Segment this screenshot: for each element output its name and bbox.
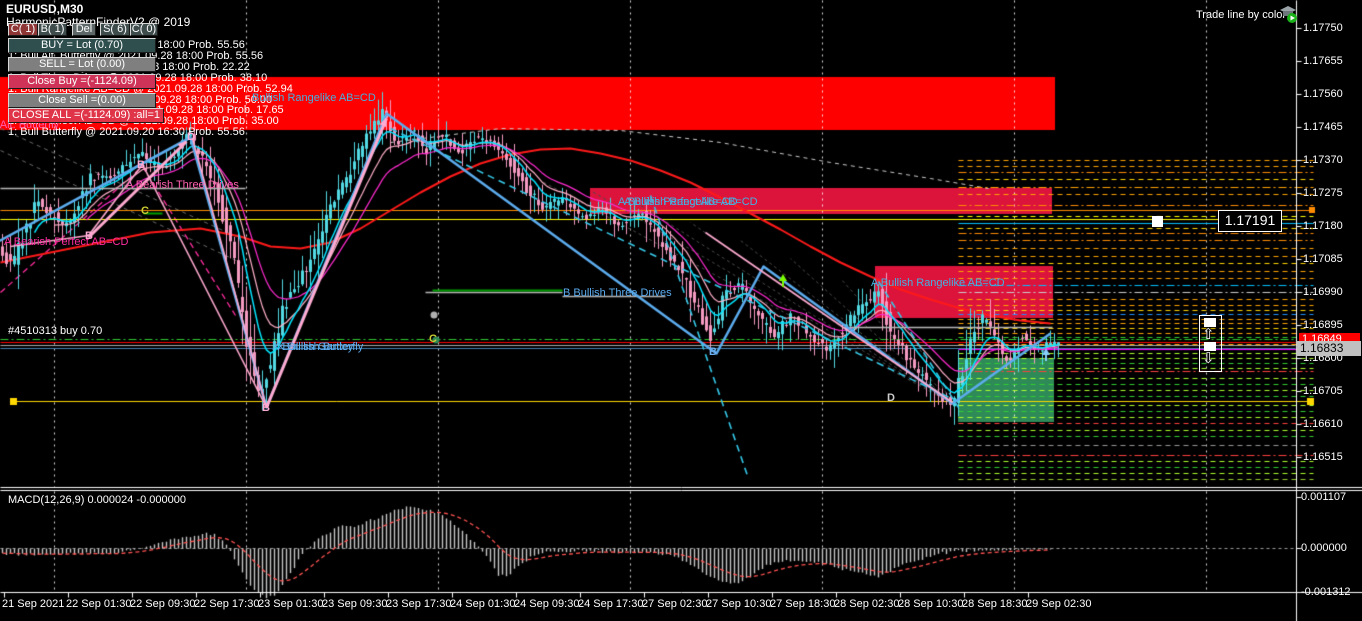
price-axis-tick: 1.17370 — [1303, 154, 1343, 166]
price-axis-tick: 1.16515 — [1303, 451, 1343, 463]
toolbar-button[interactable]: Del — [72, 23, 96, 36]
time-axis-label: 27 Sep 10:30 — [706, 598, 772, 610]
toolbar-button[interactable]: B( 1) — [38, 23, 67, 36]
time-axis-label: 22 Sep 09:30 — [130, 598, 196, 610]
price-axis-tick: 1.17180 — [1303, 220, 1343, 232]
pattern-label: B Bullish Three Drives — [563, 287, 672, 299]
trendline-anchor-square[interactable] — [1152, 216, 1163, 227]
price-axis-tick: 1.17465 — [1303, 121, 1343, 133]
price-axis-tick: 1.16610 — [1303, 418, 1343, 430]
time-axis-label: 21 Sep 2021 — [2, 598, 65, 610]
trade-line-hint: Trade line by color — [1196, 9, 1287, 21]
time-axis-label: 22 Sep 17:30 — [194, 598, 260, 610]
swing-point-letter: D — [187, 131, 195, 143]
price-axis-tick: 1.17085 — [1303, 253, 1343, 265]
price-axis-tick: 1.17560 — [1303, 88, 1343, 100]
pattern-label: Bullish Rangelike AB=CD — [252, 92, 376, 104]
arrow-down-icon: ⇩ — [1202, 350, 1215, 367]
macd-axis-tick: 0.000000 — [1301, 542, 1347, 554]
price-axis-tick: 1.17750 — [1303, 22, 1343, 34]
time-axis-label: 23 Sep 09:30 — [322, 598, 388, 610]
open-position-label: #4510313 buy 0.70 — [8, 325, 103, 337]
swing-point-letter: B — [85, 230, 93, 242]
trade-panel-button[interactable]: SELL = Lot (0.00) — [8, 57, 156, 72]
pattern-label: A Bearish Perfect AB=CD — [4, 236, 129, 248]
toolbar-button[interactable]: C( 0) — [130, 23, 158, 36]
price-axis-tick: 1.17655 — [1303, 55, 1343, 67]
time-axis-label: 23 Sep 01:30 — [258, 598, 324, 610]
time-axis-label: 24 Sep 09:30 — [514, 598, 580, 610]
pattern-label: A Bullish Rangelike AB=CD — [871, 277, 1005, 289]
toolbar-button[interactable]: S( 6) — [100, 23, 130, 36]
trade-panel-button[interactable]: Close Buy =(-1124.09) — [8, 74, 156, 89]
macd-axis-tick: -0.001312 — [1301, 586, 1351, 598]
time-axis-label: 22 Sep 01:30 — [66, 598, 132, 610]
last-price-box: 1.16833 — [1297, 341, 1361, 356]
time-axis-label: 28 Sep 18:30 — [962, 598, 1028, 610]
chart-symbol-title: EURUSD,M30 — [6, 2, 84, 16]
price-axis-tick: 1.17275 — [1303, 187, 1343, 199]
time-axis-label: 28 Sep 02:30 — [834, 598, 900, 610]
trade-panel-button[interactable]: BUY = Lot (0.70) — [8, 38, 156, 53]
time-axis-label: 27 Sep 02:30 — [642, 598, 708, 610]
time-axis-label: 24 Sep 17:30 — [578, 598, 644, 610]
time-axis-label: 27 Sep 18:30 — [770, 598, 836, 610]
swing-point-letter: C — [429, 333, 437, 345]
expert-advisor-icon[interactable] — [1279, 4, 1297, 24]
time-axis-label: 24 Sep 01:30 — [450, 598, 516, 610]
swing-point-letter: D — [887, 392, 895, 404]
price-axis-tick: 1.16990 — [1303, 286, 1343, 298]
swing-point-letter: B — [709, 346, 717, 358]
pattern-label: A Bearish Three Drives — [126, 179, 239, 191]
trade-panel-button[interactable]: Close Sell =(0.00) — [8, 93, 156, 108]
swing-point-letter: B — [262, 402, 270, 414]
macd-axis-tick: 0.001107 — [1301, 491, 1347, 503]
toolbar-button[interactable]: C( 1) — [8, 23, 38, 36]
arrow-up-icon: ⇧ — [1202, 326, 1215, 343]
pattern-label: A Bullish Rangelike AB=CD — [624, 196, 758, 208]
pattern-label: X Bullish Butterfly — [277, 341, 364, 353]
time-axis-label: 29 Sep 02:30 — [1026, 598, 1092, 610]
price-axis-tick: 1.16895 — [1303, 319, 1343, 331]
time-axis-label: 23 Sep 17:30 — [386, 598, 452, 610]
mt4-chart-window: EURUSD,M30 HarmonicPatternFinderV2 @ 201… — [0, 0, 1362, 621]
swing-point-letter: B — [137, 159, 145, 171]
time-axis-label: 28 Sep 10:30 — [898, 598, 964, 610]
macd-indicator-label: MACD(12,26,9) 0.000024 -0.000000 — [8, 494, 186, 506]
swing-point-letter: C — [141, 205, 149, 217]
trade-panel-button[interactable]: CLOSE ALL =(-1124.09) :all=1 — [8, 108, 164, 123]
price-drag-widget[interactable]: ⇧ ⇩ — [1199, 315, 1222, 372]
crosshair-price-box: 1.17191 — [1218, 210, 1282, 232]
price-axis-tick: 1.16705 — [1303, 385, 1343, 397]
